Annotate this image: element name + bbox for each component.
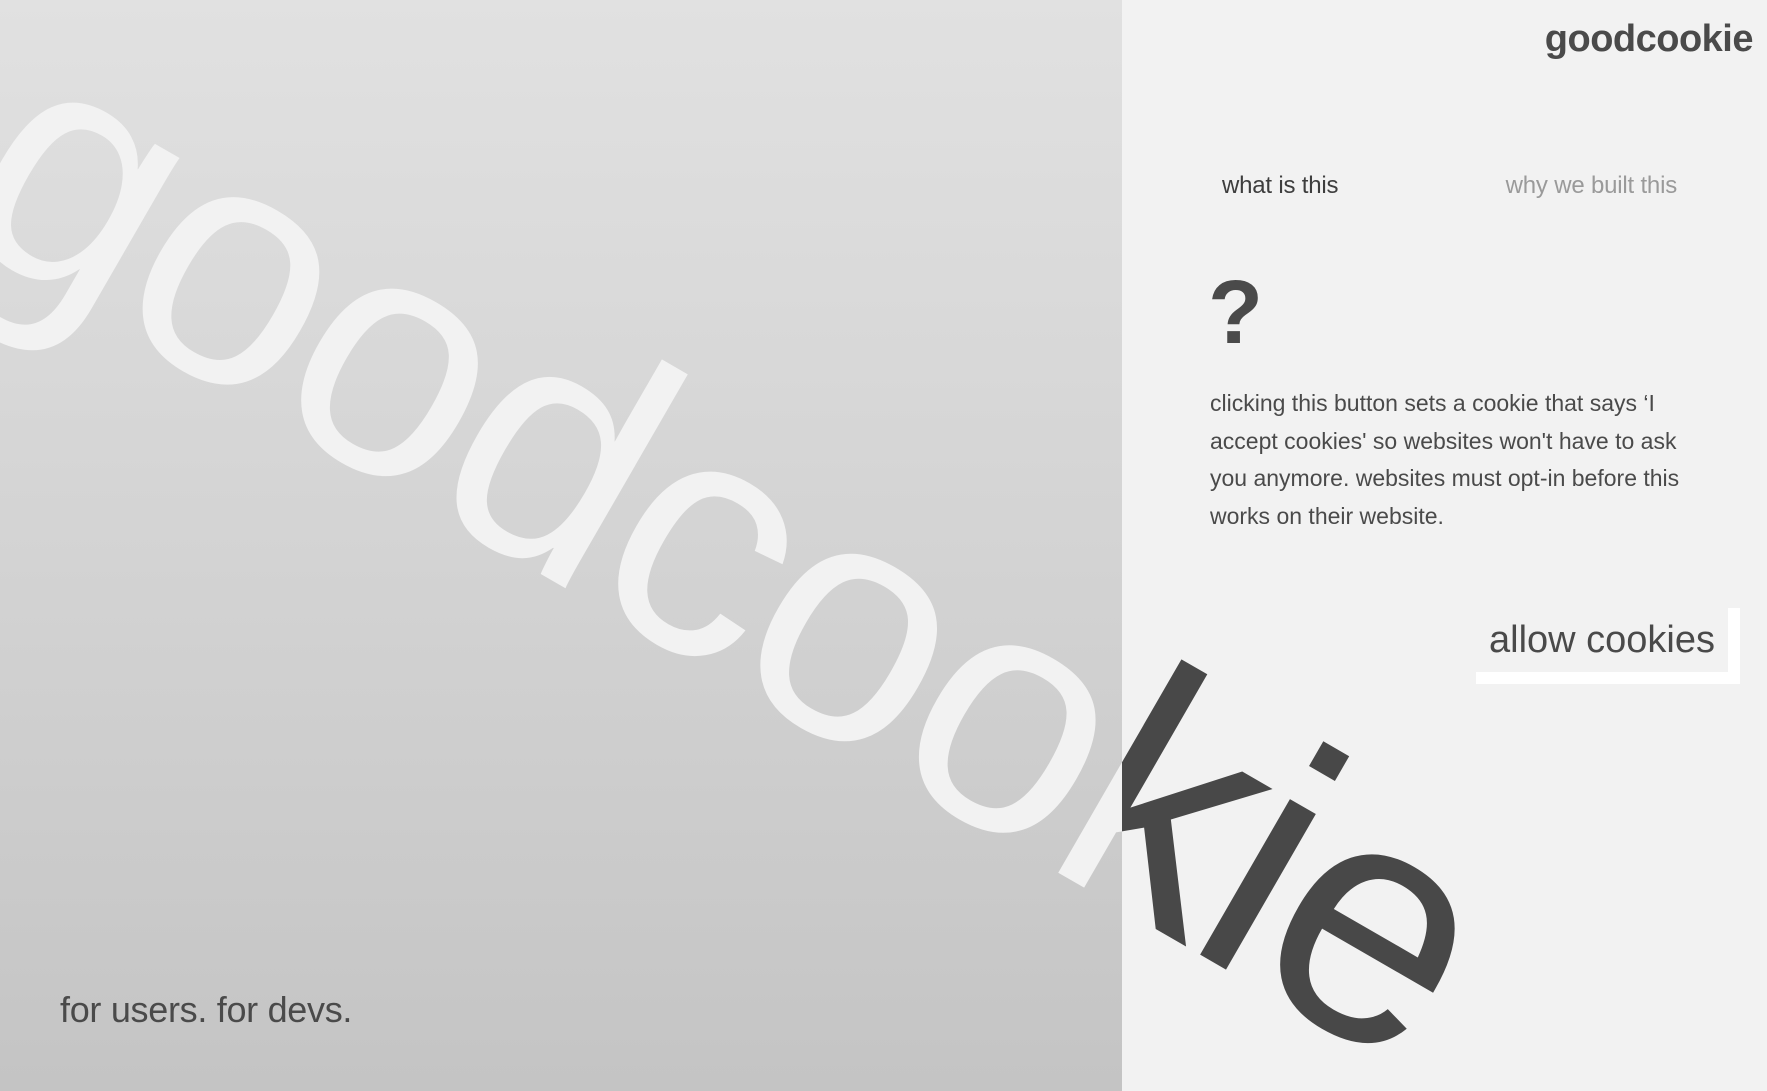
allow-cookies-button[interactable]: allow cookies [1476, 608, 1728, 672]
tagline: for users. for devs. [60, 989, 353, 1030]
question-mark-icon: ? [1208, 263, 1263, 363]
allow-cookies-container: allow cookies [1476, 608, 1740, 684]
tab-why-we-built-this[interactable]: why we built this [1506, 172, 1678, 200]
right-info-panel [1122, 0, 1767, 1091]
brand-logo[interactable]: goodcookie [1545, 18, 1754, 61]
tab-what-is-this[interactable]: what is this [1222, 172, 1339, 200]
description-text: clicking this button sets a cookie that … [1210, 390, 1680, 529]
info-tabs: what is this why we built this [1222, 172, 1677, 200]
left-hero-panel [0, 0, 1122, 1091]
